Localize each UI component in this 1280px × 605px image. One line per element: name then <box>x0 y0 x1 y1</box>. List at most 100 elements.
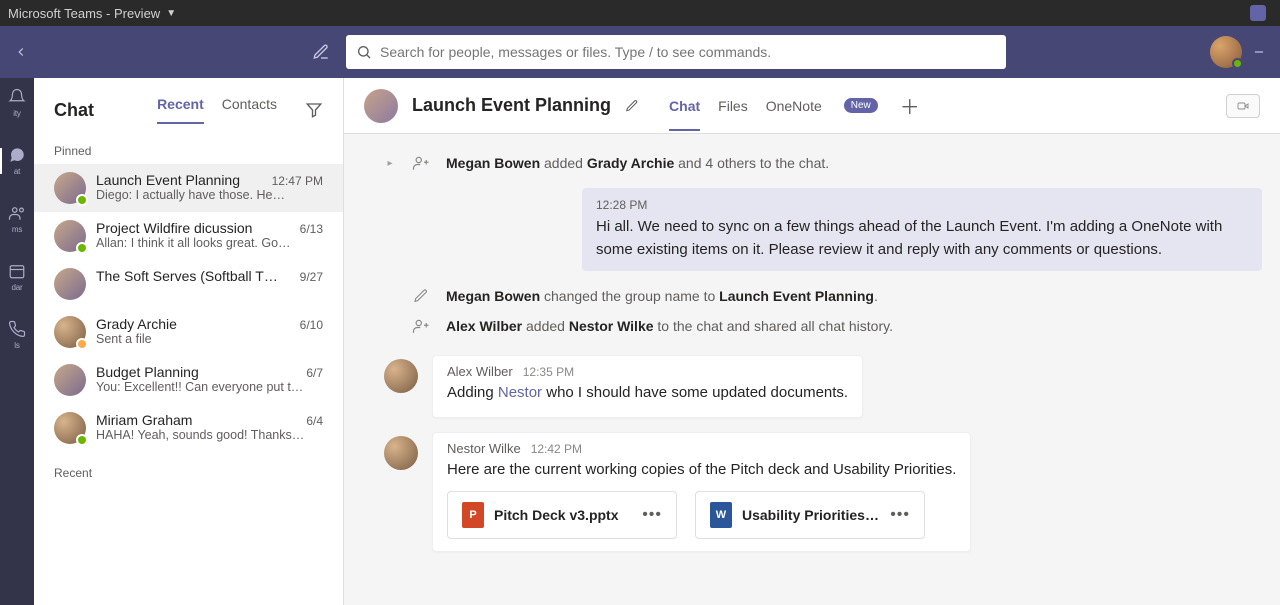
tab-recent[interactable]: Recent <box>157 96 204 124</box>
new-chat-icon[interactable] <box>312 43 332 61</box>
presence-icon <box>416 468 420 472</box>
avatar <box>54 412 86 444</box>
rail-calendar[interactable]: dar <box>0 262 34 292</box>
message-card[interactable]: Alex Wilber 12:35 PM Adding Nestor who I… <box>432 355 863 418</box>
group-avatar <box>364 89 398 123</box>
people-icon <box>8 204 26 222</box>
section-pinned: Pinned <box>34 130 343 164</box>
filter-icon[interactable] <box>305 101 323 119</box>
person-add-icon <box>410 315 432 337</box>
message-card[interactable]: Nestor Wilke 12:42 PM Here are the curre… <box>432 432 971 553</box>
chat-preview: Allan: I think it all looks great. Go… <box>96 236 323 250</box>
rail-chat[interactable]: at <box>0 146 34 176</box>
attachment-ppt[interactable]: P Pitch Deck v3.pptx ••• <box>447 491 677 539</box>
chat-time: 6/10 <box>300 318 323 332</box>
chat-name: Launch Event Planning <box>96 172 240 188</box>
chat-item[interactable]: Grady Archie 6/10 Sent a file <box>34 308 343 356</box>
avatar <box>54 220 86 252</box>
chat-preview: You: Excellent!! Can everyone put t… <box>96 380 323 394</box>
expand-icon[interactable]: ▸ <box>384 158 396 169</box>
message-text: Hi all. We need to sync on a few things … <box>596 216 1248 261</box>
system-message: Alex Wilber added Nestor Wilke to the ch… <box>354 311 1262 341</box>
avatar <box>54 268 86 300</box>
chat-time: 6/13 <box>300 222 323 236</box>
chat-list-panel: Chat Recent Contacts Pinned Launch Event… <box>34 78 344 605</box>
tab-contacts[interactable]: Contacts <box>222 96 277 124</box>
message-author: Nestor Wilke <box>447 441 521 456</box>
chat-time: 9/27 <box>300 270 323 284</box>
phone-icon <box>8 320 26 338</box>
tab-files[interactable]: Files <box>718 82 748 130</box>
chat-name: The Soft Serves (Softball T… <box>96 268 278 284</box>
message-text: Adding Nestor who I should have some upd… <box>447 382 848 405</box>
conversation-title: Launch Event Planning <box>412 95 611 116</box>
rail-calls[interactable]: ls <box>0 320 34 350</box>
video-call-button[interactable] <box>1226 94 1260 118</box>
chat-name: Miriam Graham <box>96 412 192 428</box>
chat-preview: HAHA! Yeah, sounds good! Thanks… <box>96 428 323 442</box>
chat-item[interactable]: Launch Event Planning12:47 PM Diego: I a… <box>34 164 343 212</box>
chat-icon <box>8 146 26 164</box>
powerpoint-icon: P <box>462 502 484 528</box>
tab-chat[interactable]: Chat <box>669 82 700 130</box>
system-message: ▸ Megan Bowen added Grady Archie and 4 o… <box>354 148 1262 178</box>
message-author: Alex Wilber <box>447 364 513 379</box>
chat-item[interactable]: Miriam Graham6/4 HAHA! Yeah, sounds good… <box>34 404 343 452</box>
conversation-body: ▸ Megan Bowen added Grady Archie and 4 o… <box>344 134 1280 605</box>
attachment-filename: Usability Priorities.d… <box>742 507 880 523</box>
avatar <box>54 172 86 204</box>
avatar <box>384 359 418 393</box>
rail-teams[interactable]: ms <box>0 204 34 234</box>
app-title: Microsoft Teams - Preview <box>8 6 160 21</box>
chat-name: Grady Archie <box>96 316 177 332</box>
command-bar <box>0 26 1280 78</box>
rail-activity[interactable]: ity <box>0 88 34 118</box>
message-bubble[interactable]: 12:28 PM Hi all. We need to sync on a fe… <box>582 188 1262 271</box>
chat-preview: Sent a file <box>96 332 323 346</box>
dropdown-caret-icon[interactable]: ▼ <box>166 8 176 19</box>
presence-icon <box>76 194 88 206</box>
presence-icon <box>76 434 88 446</box>
search-icon <box>356 44 372 60</box>
presence-icon <box>76 338 88 350</box>
tab-onenote[interactable]: OneNote <box>766 82 822 130</box>
word-icon: W <box>710 502 732 528</box>
main-layout: ity at ms dar ls Chat Recent Contacts <box>0 78 1280 605</box>
chat-time: 12:47 PM <box>272 174 323 188</box>
minimize-icon[interactable] <box>1252 45 1266 59</box>
window-titlebar: Microsoft Teams - Preview ▼ <box>0 0 1280 26</box>
bell-icon <box>8 88 26 106</box>
avatar <box>54 364 86 396</box>
chat-item[interactable]: Project Wildfire dicussion 6/13 Allan: I … <box>34 212 343 260</box>
more-icon[interactable]: ••• <box>642 506 662 524</box>
avatar <box>384 436 418 470</box>
teams-logo-icon <box>1250 5 1266 21</box>
presence-icon <box>416 391 420 395</box>
conversation-panel: Launch Event Planning Chat Files OneNote… <box>344 78 1280 605</box>
message-row: Alex Wilber 12:35 PM Adding Nestor who I… <box>384 355 1262 418</box>
presence-available-icon <box>1232 58 1243 69</box>
new-badge: New <box>844 98 878 113</box>
search-input[interactable] <box>380 44 996 60</box>
back-button[interactable] <box>14 45 34 59</box>
message-timestamp: 12:35 PM <box>523 365 574 379</box>
attachment-doc[interactable]: W Usability Priorities.d… ••• <box>695 491 925 539</box>
chat-item[interactable]: The Soft Serves (Softball T… 9/27 <box>34 260 343 308</box>
system-message: Megan Bowen changed the group name to La… <box>354 281 1262 311</box>
message-timestamp: 12:28 PM <box>596 198 1248 212</box>
add-tab-icon[interactable]: ＋ <box>900 91 920 120</box>
conversation-header: Launch Event Planning Chat Files OneNote… <box>344 78 1280 134</box>
profile-avatar[interactable] <box>1210 36 1242 68</box>
search-box[interactable] <box>346 35 1006 69</box>
chat-name: Project Wildfire dicussion <box>96 220 252 236</box>
own-message: 12:28 PM Hi all. We need to sync on a fe… <box>354 188 1262 271</box>
attachment-filename: Pitch Deck v3.pptx <box>494 507 632 523</box>
chat-name: Budget Planning <box>96 364 199 380</box>
mention-link[interactable]: Nestor <box>498 384 542 401</box>
chat-time: 6/7 <box>306 366 323 380</box>
more-icon[interactable]: ••• <box>890 506 910 524</box>
calendar-icon <box>8 262 26 280</box>
pencil-icon <box>410 285 432 307</box>
chat-item[interactable]: Budget Planning 6/7 You: Excellent!! Can … <box>34 356 343 404</box>
rename-icon[interactable] <box>625 99 639 113</box>
